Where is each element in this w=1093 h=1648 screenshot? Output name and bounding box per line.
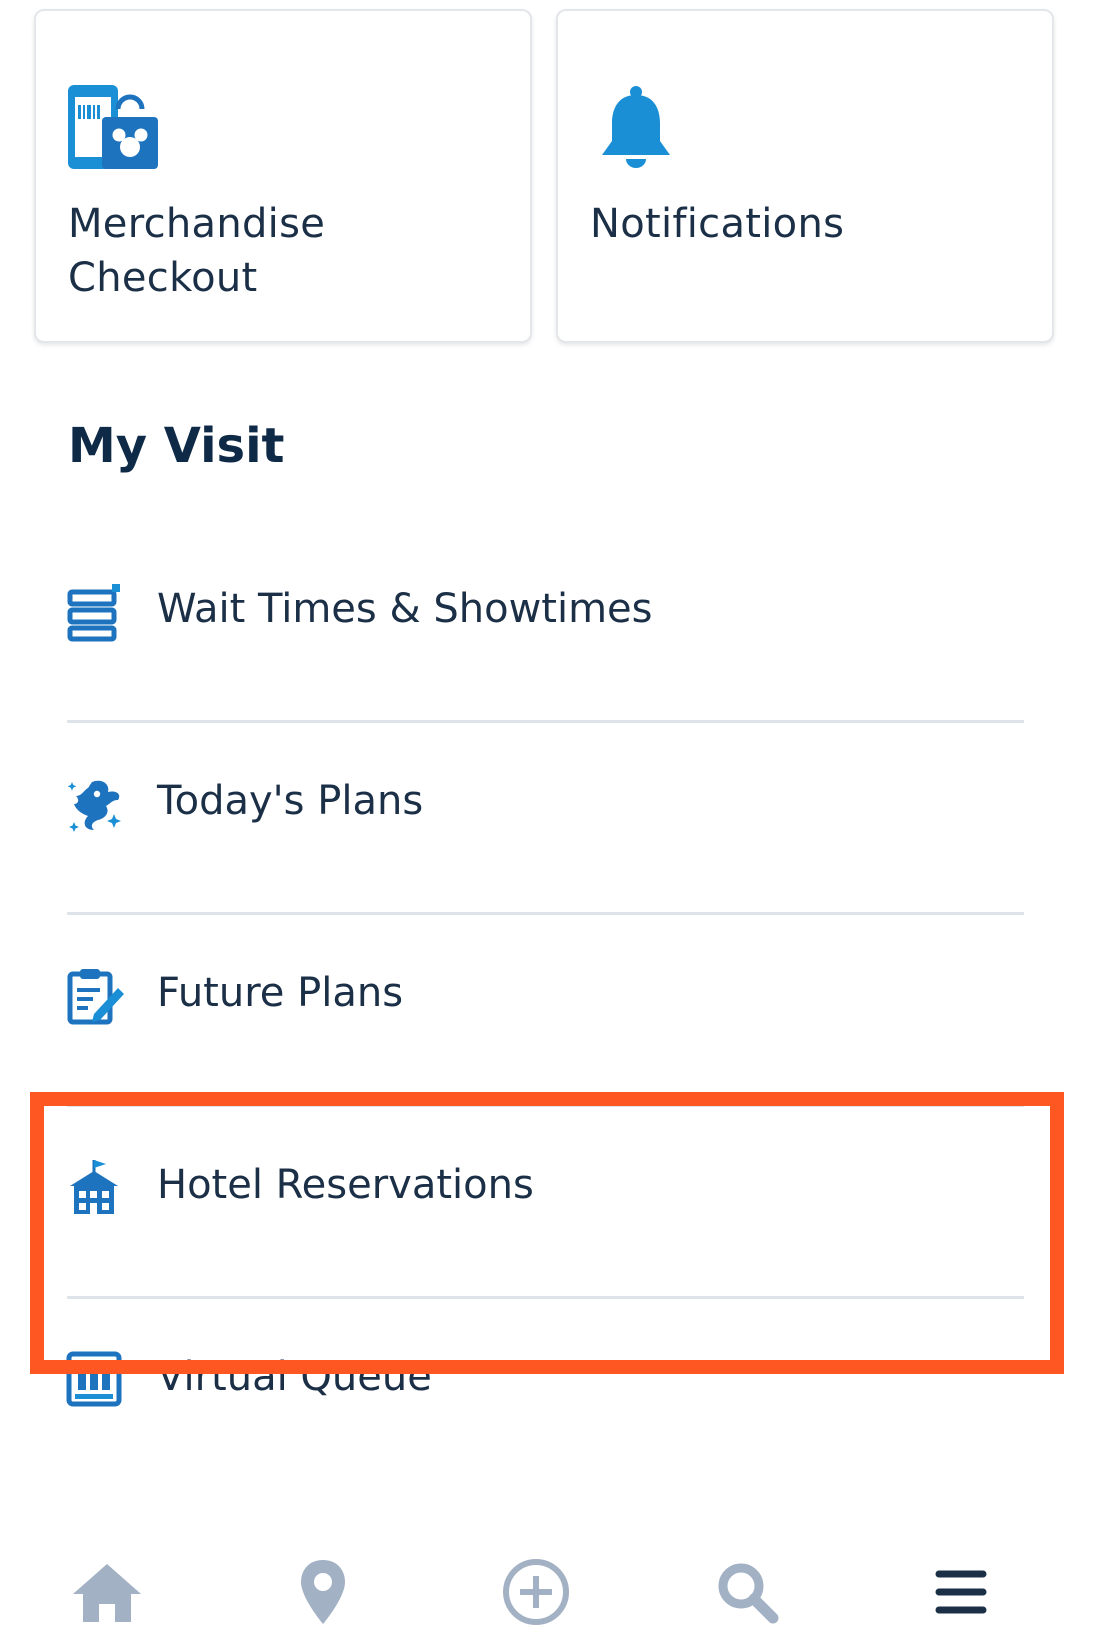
- merchandise-bag-icon: [68, 85, 158, 169]
- wait-times-list-icon: [67, 584, 120, 642]
- menu-item-label: Future Plans: [157, 970, 404, 1016]
- menu-item-virtual-queue[interactable]: Virtual Queue: [0, 1278, 1093, 1478]
- bottom-tab-bar: [0, 1540, 1093, 1648]
- menu-item-label: Virtual Queue: [157, 1354, 432, 1400]
- bell-icon: [602, 86, 670, 168]
- search-icon[interactable]: [707, 1552, 787, 1632]
- menu-item-label: Today's Plans: [157, 778, 424, 824]
- section-title-my-visit: My Visit: [68, 418, 285, 474]
- menu-icon[interactable]: [921, 1552, 1001, 1632]
- map-pin-icon[interactable]: [283, 1552, 363, 1632]
- notifications-card[interactable]: Notifications: [556, 9, 1054, 343]
- menu-item-todays-plans[interactable]: Today's Plans: [0, 702, 1093, 902]
- menu-item-label: Hotel Reservations: [157, 1162, 534, 1208]
- hotel-icon: [70, 1160, 118, 1214]
- virtual-queue-icon: [66, 1351, 122, 1407]
- menu-item-hotel-reservations[interactable]: Hotel Reservations: [0, 1086, 1093, 1286]
- merchandise-checkout-label: Merchandise Checkout: [68, 201, 326, 301]
- merchandise-checkout-card[interactable]: Merchandise Checkout: [34, 9, 532, 343]
- add-circle-icon[interactable]: [496, 1552, 576, 1632]
- clipboard-edit-icon: [67, 969, 124, 1025]
- genie-icon: [67, 780, 121, 832]
- menu-item-wait-times[interactable]: Wait Times & Showtimes: [0, 510, 1093, 710]
- notifications-label: Notifications: [590, 201, 845, 247]
- menu-item-label: Wait Times & Showtimes: [157, 586, 653, 632]
- home-icon[interactable]: [67, 1552, 147, 1632]
- menu-item-future-plans[interactable]: Future Plans: [0, 894, 1093, 1094]
